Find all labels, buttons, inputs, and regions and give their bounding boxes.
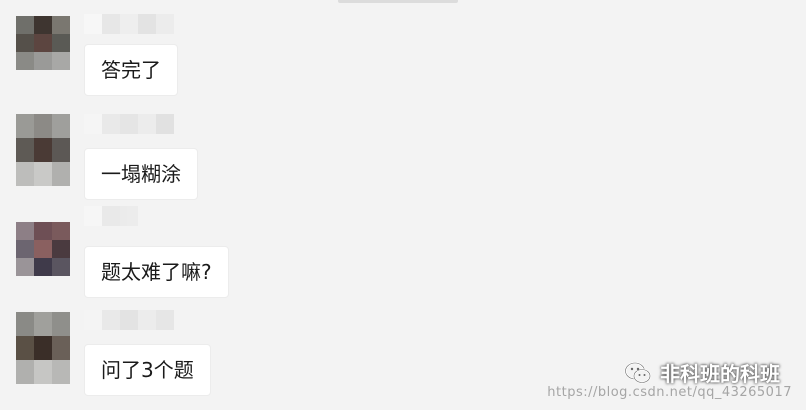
avatar[interactable] bbox=[16, 312, 70, 384]
brand-name: 非科班的科班 bbox=[660, 362, 780, 386]
wechat-icon bbox=[624, 361, 651, 383]
message-bubble[interactable]: 答完了 bbox=[84, 44, 178, 96]
avatar[interactable] bbox=[16, 114, 70, 186]
message-bubble[interactable]: 问了3个题 bbox=[84, 344, 211, 396]
message-bubble[interactable]: 题太难了嘛? bbox=[84, 246, 229, 298]
top-scroll-indicator bbox=[338, 0, 458, 3]
sender-name-blurred bbox=[84, 14, 174, 34]
chat-message: 答完了 bbox=[0, 14, 806, 114]
sender-name-blurred bbox=[84, 114, 174, 134]
brand-watermark: 非科班的科班 bbox=[624, 358, 780, 387]
sender-name-blurred bbox=[84, 206, 138, 226]
sender-name-blurred bbox=[84, 310, 174, 330]
message-bubble[interactable]: 一塌糊涂 bbox=[84, 148, 198, 200]
avatar[interactable] bbox=[16, 222, 70, 276]
avatar[interactable] bbox=[16, 16, 70, 70]
chat-message: 题太难了嘛? bbox=[0, 206, 806, 306]
chat-message: 一塌糊涂 bbox=[0, 114, 806, 214]
url-watermark: https://blog.csdn.net/qq_43265017 bbox=[547, 385, 792, 400]
